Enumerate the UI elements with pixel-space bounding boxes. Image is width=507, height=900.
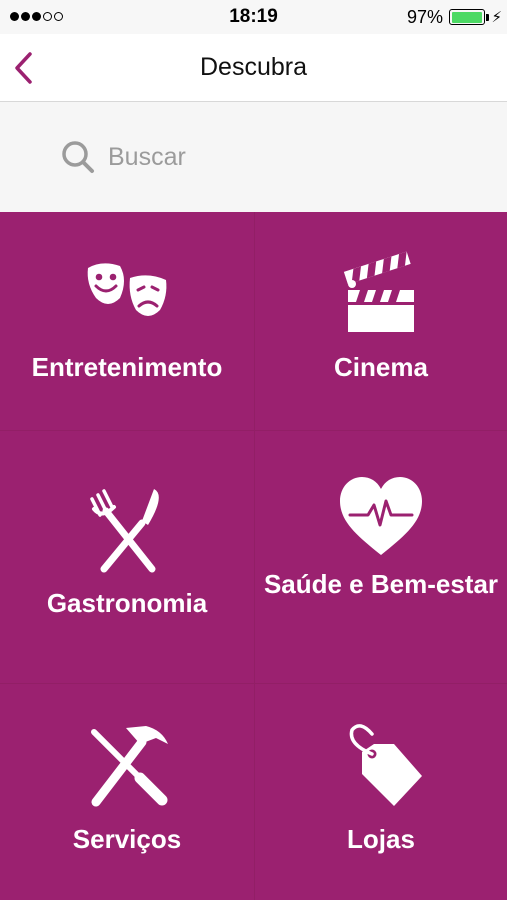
status-bar: 18:19 97% ⚡ [0,0,507,34]
category-tile-gastronomia[interactable]: Gastronomia [0,431,254,683]
category-grid: Entretenimento Cinema Gastronomia Saúde … [0,212,507,900]
fork-knife-icon [90,489,159,573]
heart-pulse-icon [340,477,422,555]
category-label: Entretenimento [31,352,223,382]
category-label: Saúde e Bem-estar [263,569,499,599]
category-tile-saude-e-bem-estar[interactable]: Saúde e Bem-estar [255,431,507,683]
search-icon [62,141,94,173]
battery-icon [449,9,485,25]
category-tile-servicos[interactable]: Serviços [0,684,254,900]
category-tile-cinema[interactable]: Cinema [255,212,507,430]
search-area: Buscar [0,102,507,212]
category-label: Gastronomia [46,588,208,618]
search-placeholder: Buscar [108,142,186,171]
category-label: Lojas [347,824,415,854]
category-label: Serviços [72,824,182,854]
battery-fill [451,11,482,23]
theater-masks-icon [87,263,167,316]
navigation-bar: Descubra [0,34,507,102]
battery-tip [486,14,489,21]
category-tile-lojas[interactable]: Lojas [255,684,507,900]
battery-percentage: 97% [406,7,443,27]
category-label: Cinema [334,352,428,382]
category-tile-entretenimento[interactable]: Entretenimento [0,212,254,430]
page-title: Descubra [200,53,307,81]
charging-bolt-icon: ⚡ [491,9,502,26]
clapperboard-icon [343,251,414,332]
price-tag-icon [349,724,422,806]
tools-icon [91,726,168,807]
search-input[interactable]: Buscar [60,134,460,180]
